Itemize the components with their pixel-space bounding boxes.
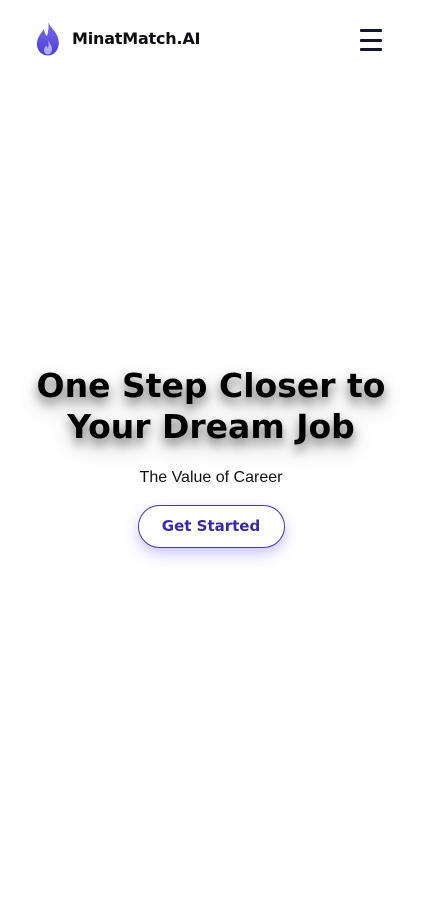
brand-name: MinatMatch.AI — [72, 29, 201, 48]
hero-subtitle: The Value of Career — [139, 469, 283, 486]
hero-title: One Step Closer to Your Dream Job — [36, 366, 386, 446]
hamburger-menu-icon[interactable] — [358, 27, 384, 53]
flame-icon — [36, 21, 59, 56]
hero-section: One Step Closer to Your Dream Job The Va… — [0, 365, 422, 548]
brand-link[interactable]: MinatMatch.AI — [35, 20, 201, 57]
menu-bar — [360, 38, 382, 42]
menu-bar — [360, 48, 382, 51]
navbar: MinatMatch.AI — [0, 0, 422, 80]
menu-bar — [360, 29, 382, 32]
landing-page: MinatMatch.AI One Step Closer to Your Dr… — [0, 0, 422, 911]
get-started-button[interactable]: Get Started — [137, 505, 285, 548]
